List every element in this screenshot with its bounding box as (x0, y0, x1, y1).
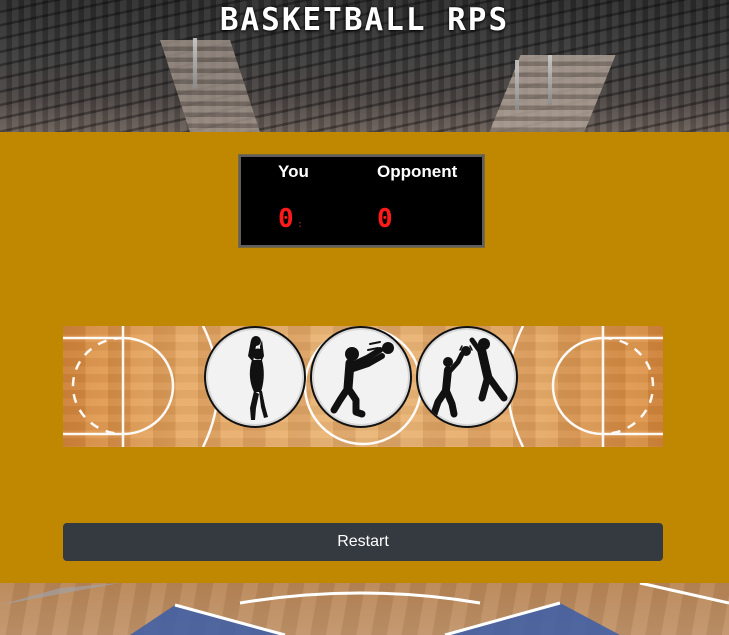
block-choice[interactable] (416, 326, 518, 428)
opponent-label: Opponent (377, 162, 458, 181)
arena-stairs (489, 55, 616, 132)
jump-shot-icon (248, 336, 268, 420)
arena-banner: BASKETBALL RPS (0, 0, 729, 132)
jump-shot-choice[interactable] (204, 326, 306, 428)
court-floor-photo (0, 583, 729, 635)
scoreboard: You Opponent 0 : 0 (239, 155, 484, 247)
arena-railing (548, 55, 552, 105)
game-area: You Opponent 0 : 0 Restart (0, 132, 729, 583)
court-floor-lines (0, 583, 729, 635)
player-score: 0 (278, 204, 295, 234)
pass-choice[interactable] (310, 326, 412, 428)
restart-button[interactable]: Restart (63, 523, 663, 561)
arena-stairs (160, 40, 260, 132)
arena-railing (515, 60, 519, 110)
arena-railing (193, 38, 197, 88)
court-strip (63, 326, 663, 447)
page-title: BASKETBALL RPS (219, 2, 510, 38)
player-label: You (278, 162, 309, 181)
score-separator: : (297, 219, 304, 230)
block-icon (430, 337, 508, 418)
opponent-score: 0 (377, 204, 394, 234)
pass-icon (330, 341, 394, 418)
